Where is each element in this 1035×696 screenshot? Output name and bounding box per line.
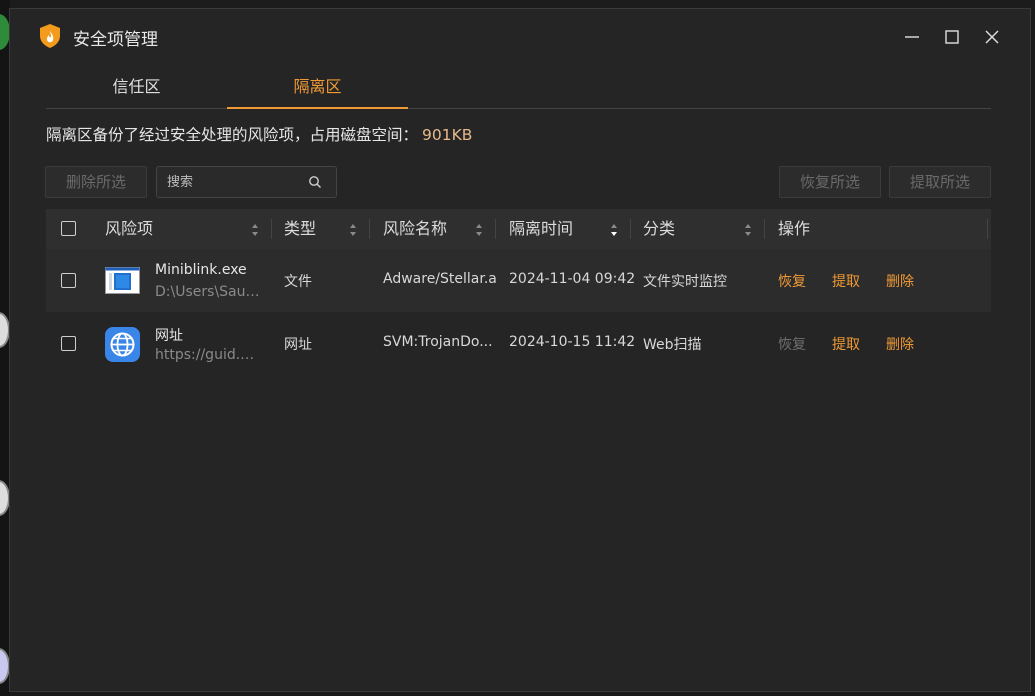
column-divider [987, 219, 988, 239]
window-title: 安全项管理 [73, 30, 158, 50]
table-header: 风险项 类型 风险名称 隔离时间 分类 操作 [46, 209, 991, 249]
restore-selected-button[interactable]: 恢复所选 [779, 166, 881, 198]
title-bar: 安全项管理 [10, 9, 1030, 65]
maximize-icon [945, 30, 959, 44]
minimize-icon [905, 36, 919, 38]
risk-name-cell: SVM:TrojanDo... [383, 334, 493, 350]
risk-item-path: https://guid.c... [155, 347, 261, 363]
quarantine-info: 隔离区备份了经过安全处理的风险项，占用磁盘空间： 901KB [46, 123, 472, 145]
sort-icon[interactable] [349, 223, 357, 237]
column-divider[interactable] [369, 219, 370, 239]
delete-link[interactable]: 删除 [886, 334, 914, 354]
security-items-window: 安全项管理 信任区 隔离区 隔离区备份了经过安全处理的风险项，占用磁盘空间： 90… [9, 8, 1031, 692]
sort-descending-icon[interactable] [610, 223, 618, 237]
select-all-checkbox[interactable] [61, 221, 76, 236]
header-type[interactable]: 类型 [284, 209, 316, 249]
tab-trust-zone[interactable]: 信任区 [46, 69, 227, 109]
type-cell: 文件 [284, 274, 312, 290]
close-icon [985, 30, 999, 44]
delete-link[interactable]: 删除 [886, 271, 914, 291]
header-label: 风险名称 [383, 219, 448, 238]
globe-icon [105, 327, 140, 362]
header-risk-name[interactable]: 风险名称 [383, 209, 447, 249]
header-quarantine-time[interactable]: 隔离时间 [509, 209, 573, 249]
column-divider[interactable] [630, 219, 631, 239]
risk-name-cell: Adware/Stellar.a [383, 271, 497, 287]
info-text: 隔离区备份了经过安全处理的风险项，占用磁盘空间： [46, 126, 419, 144]
header-label: 风险项 [105, 219, 154, 238]
quarantine-table: 风险项 类型 风险名称 隔离时间 分类 操作 Miniblink.exe D:\… [46, 209, 991, 375]
sort-icon[interactable] [744, 223, 752, 237]
restore-link[interactable]: 恢复 [778, 271, 806, 291]
row-checkbox[interactable] [61, 273, 76, 288]
restore-link[interactable]: 恢复 [778, 334, 806, 354]
desktop-background-top [0, 0, 1035, 8]
category-cell: Web扫描 [643, 337, 702, 353]
search-input[interactable] [167, 171, 307, 193]
time-cell: 2024-10-15 11:42 [509, 334, 636, 350]
tab-bar: 信任区 隔离区 [46, 69, 991, 109]
minimize-button[interactable] [898, 23, 926, 51]
header-actions: 操作 [778, 209, 810, 249]
column-divider[interactable] [271, 219, 272, 239]
table-row[interactable]: Miniblink.exe D:\Users\Saul... 文件 Adware… [46, 249, 991, 312]
header-category[interactable]: 分类 [643, 209, 675, 249]
category-cell: 文件实时监控 [643, 274, 727, 290]
maximize-button[interactable] [938, 23, 966, 51]
time-cell: 2024-11-04 09:42 [509, 271, 636, 287]
search-box[interactable] [156, 166, 337, 198]
shield-flame-icon [40, 24, 60, 48]
header-label: 隔离时间 [509, 219, 574, 238]
tab-quarantine-zone[interactable]: 隔离区 [227, 69, 408, 109]
type-cell: 网址 [284, 337, 312, 353]
risk-item-name: Miniblink.exe [155, 262, 247, 278]
search-icon[interactable] [308, 175, 322, 189]
header-label: 分类 [643, 219, 676, 238]
close-button[interactable] [978, 23, 1006, 51]
header-label: 类型 [284, 219, 317, 238]
extract-selected-button[interactable]: 提取所选 [889, 166, 991, 198]
extract-link[interactable]: 提取 [832, 334, 860, 354]
header-risk-item[interactable]: 风险项 [105, 209, 153, 249]
table-row[interactable]: 网址 https://guid.c... 网址 SVM:TrojanDo... … [46, 312, 991, 375]
disk-usage-value: 901KB [422, 126, 473, 144]
column-divider[interactable] [764, 219, 765, 239]
risk-item-name: 网址 [155, 328, 183, 344]
sort-icon[interactable] [251, 223, 259, 237]
extract-link[interactable]: 提取 [832, 271, 860, 291]
risk-item-path: D:\Users\Saul... [155, 284, 261, 300]
sort-icon[interactable] [475, 223, 483, 237]
header-label: 操作 [778, 219, 811, 238]
column-divider[interactable] [495, 219, 496, 239]
exe-file-icon [105, 267, 140, 294]
row-checkbox[interactable] [61, 336, 76, 351]
delete-selected-button[interactable]: 删除所选 [45, 166, 147, 198]
